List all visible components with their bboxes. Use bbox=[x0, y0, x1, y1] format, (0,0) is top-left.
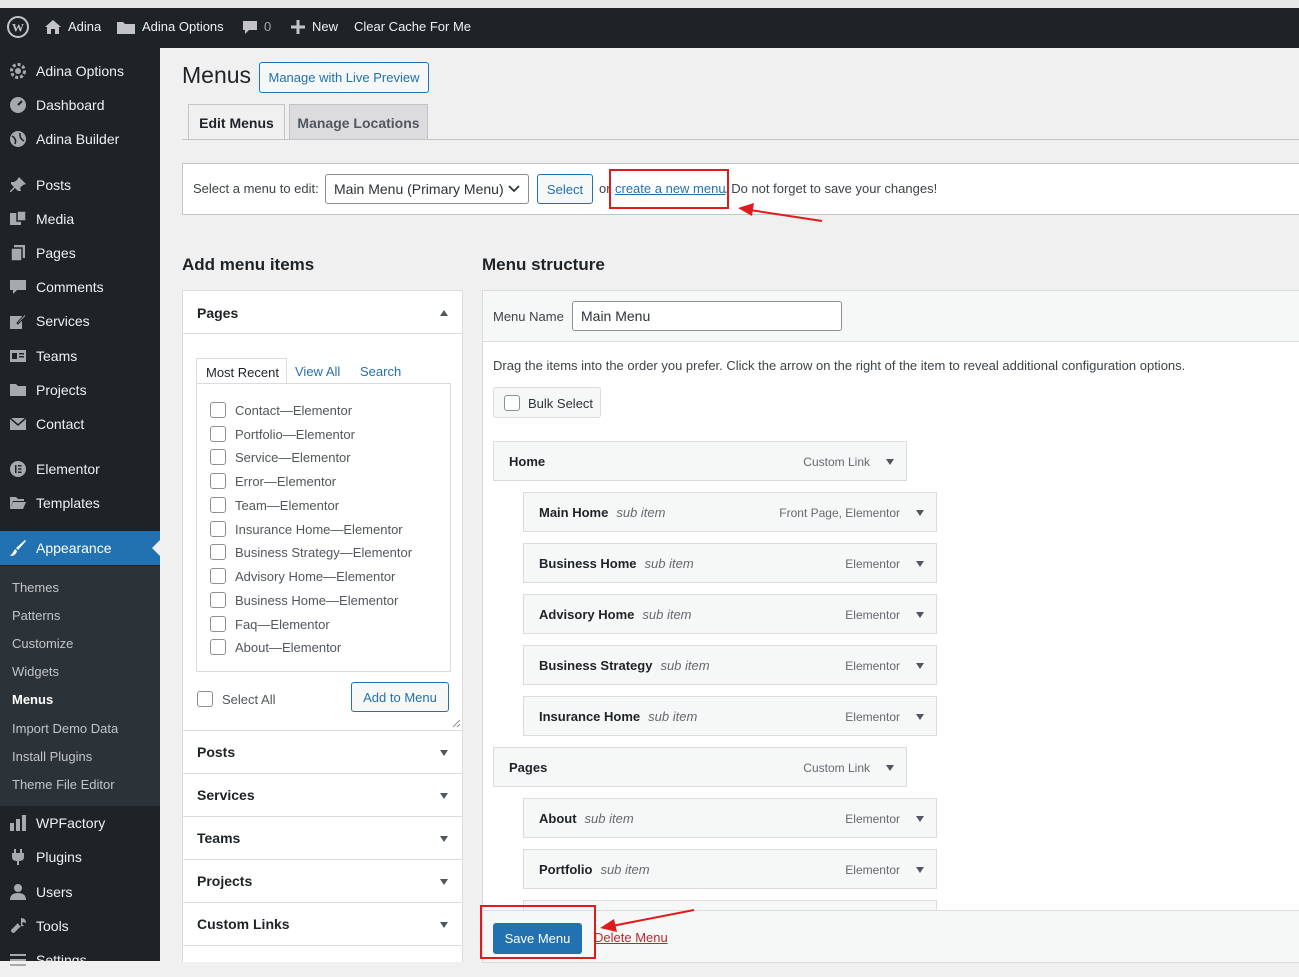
annotation-arrow-icon bbox=[738, 203, 823, 222]
annotation-arrow-icon bbox=[600, 909, 695, 932]
annotation-arrows bbox=[600, 203, 823, 932]
